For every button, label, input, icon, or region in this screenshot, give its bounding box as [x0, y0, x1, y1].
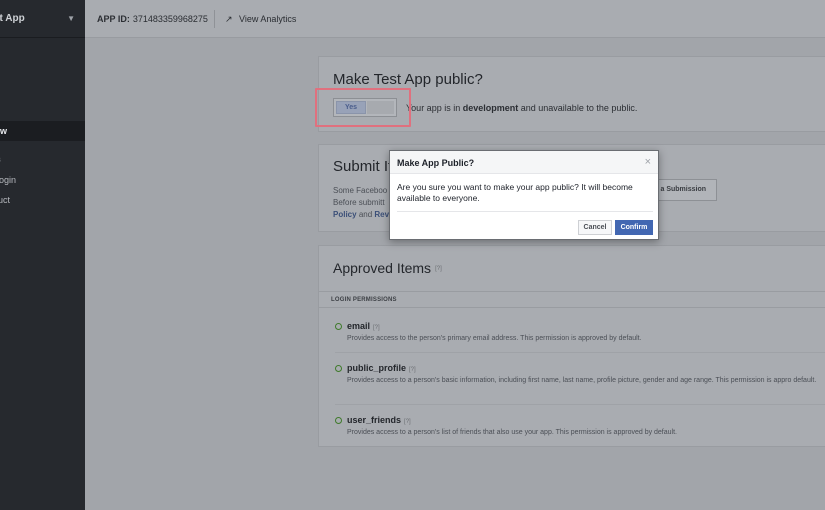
- status-suffix: and unavailable to the public.: [520, 103, 638, 113]
- help-link[interactable]: [?]: [373, 325, 380, 331]
- help-link[interactable]: [?]: [435, 266, 442, 272]
- sidebar-item-add-product[interactable]: uct: [0, 195, 85, 207]
- dialog-title: Make App Public?: [397, 158, 475, 168]
- make-app-public-dialog: Make App Public? × Are you sure you want…: [389, 150, 659, 240]
- approved-items-card: Approved Items [?] LOGIN PERMISSIONS emai…: [318, 245, 825, 447]
- permission-name-text: user_friends: [347, 415, 402, 425]
- toggle-highlight-box: [315, 88, 411, 127]
- status-prefix: Your app is in: [406, 103, 461, 113]
- approved-status-icon: [335, 417, 342, 424]
- make-public-title: Make Test App public?: [333, 71, 483, 88]
- sidebar-item-dashboard[interactable]: ew: [0, 121, 85, 141]
- permission-description: Provides access to the person's primary …: [347, 335, 642, 342]
- view-analytics-label: View Analytics: [239, 14, 297, 24]
- policy-link[interactable]: Policy: [333, 210, 357, 219]
- app-id-value: 371483359968275: [132, 14, 208, 24]
- permission-name: user_friends [?]: [347, 415, 411, 425]
- cancel-button[interactable]: Cancel: [578, 220, 612, 235]
- app-id-label: APP ID:: [97, 14, 130, 24]
- approved-status-icon: [335, 323, 342, 330]
- submit-line-3: Policy and Rev: [333, 209, 389, 221]
- dialog-divider: [397, 211, 653, 212]
- review-link[interactable]: Rev: [374, 210, 389, 219]
- submit-line-1: Some Faceboo: [333, 186, 388, 195]
- status-mode: development: [462, 103, 519, 113]
- sidebar-app-name: st App: [0, 13, 25, 24]
- sidebar-section-label: s: [0, 155, 1, 164]
- sidebar-item-label: uct: [0, 195, 11, 205]
- approved-items-title: Approved Items [?]: [333, 260, 442, 276]
- sidebar-item-facebook-login[interactable]: Login: [0, 175, 85, 187]
- permission-name-text: public_profile: [347, 363, 407, 373]
- sidebar-section-products: s: [0, 155, 85, 167]
- divider: [335, 404, 825, 405]
- submit-items-title: Submit It: [333, 158, 393, 175]
- dialog-header: Make App Public? ×: [390, 151, 658, 174]
- sidebar: st App ▼ ew s Login uct: [0, 0, 85, 510]
- sidebar-app-switcher[interactable]: st App ▼: [0, 0, 85, 38]
- and-text: and: [358, 210, 373, 219]
- permission-description: Provides access to a person's basic info…: [347, 377, 817, 384]
- divider: [319, 307, 825, 308]
- trend-arrow-icon: ↗: [225, 14, 233, 24]
- sidebar-item-label: ew: [0, 126, 8, 136]
- permission-description: Provides access to a person's list of fr…: [347, 429, 677, 436]
- divider: [319, 291, 825, 292]
- approved-status-icon: [335, 365, 342, 372]
- permission-name: public_profile [?]: [347, 363, 416, 373]
- divider: [335, 352, 825, 353]
- submit-items-description: Some Faceboo Before submitt Policy and R…: [333, 185, 389, 221]
- app-id: APP ID: 371483359968275: [97, 14, 208, 24]
- permission-name-text: email: [347, 321, 371, 331]
- approved-items-title-text: Approved Items: [333, 260, 432, 276]
- chevron-down-icon[interactable]: ▼: [67, 14, 75, 23]
- topbar-divider: [214, 10, 215, 28]
- app-status-text: Your app is in development and unavailab…: [406, 103, 637, 113]
- top-bar: APP ID: 371483359968275 ↗ View Analytics: [85, 0, 825, 38]
- view-analytics-link[interactable]: ↗ View Analytics: [225, 14, 296, 25]
- confirm-button[interactable]: Confirm: [615, 220, 653, 235]
- submit-line-2: Before submitt: [333, 198, 385, 207]
- login-permissions-label: LOGIN PERMISSIONS: [331, 297, 397, 303]
- dialog-message: Are you sure you want to make your app p…: [397, 182, 633, 203]
- help-link[interactable]: [?]: [409, 367, 416, 373]
- close-icon[interactable]: ×: [645, 156, 651, 168]
- help-link[interactable]: [?]: [404, 419, 411, 425]
- sidebar-item-label: Login: [0, 175, 17, 185]
- permission-name: email [?]: [347, 321, 380, 331]
